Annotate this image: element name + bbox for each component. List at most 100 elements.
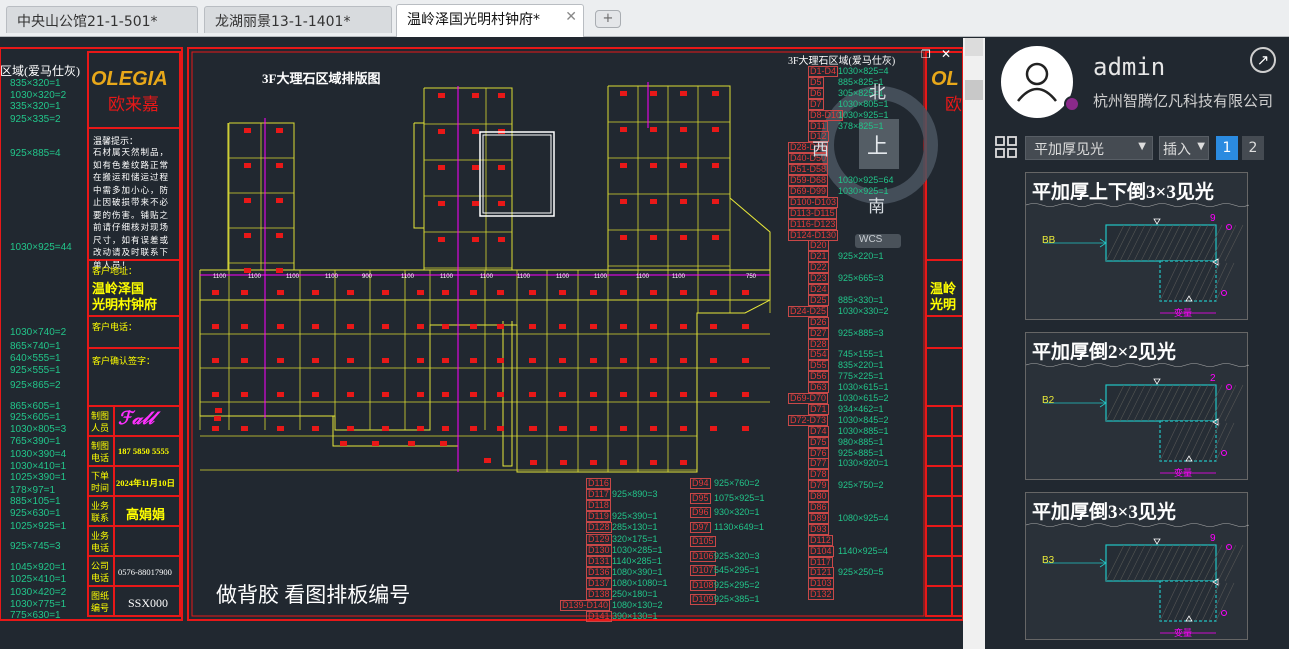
mid-list-code: D109 bbox=[690, 594, 716, 605]
right-list-value: 378×825=1 bbox=[838, 120, 884, 131]
right-list-value: 835×220=1 bbox=[838, 360, 884, 371]
right-list-code: D25 bbox=[808, 294, 829, 306]
mid-list-code: D94 bbox=[690, 478, 711, 489]
column-dimension: 900 bbox=[362, 274, 373, 280]
profile-diagram bbox=[1026, 203, 1249, 314]
left-list-item: 1025×410=1 bbox=[10, 574, 67, 585]
view-cube-top[interactable]: 上 bbox=[867, 130, 888, 160]
profile-card[interactable]: 平加厚上下倒3×3见光 BB 9 变量 bbox=[1025, 172, 1249, 320]
profile-diagram bbox=[1026, 363, 1249, 474]
left-list-item: 885×105=1 bbox=[10, 496, 61, 507]
category-select[interactable]: 平加厚见光 ▼ bbox=[1025, 136, 1153, 160]
avatar[interactable] bbox=[1001, 46, 1073, 118]
right-list-code: D63 bbox=[808, 382, 829, 394]
right-list-value: 1030×925=1 bbox=[838, 109, 889, 120]
compass-south: 南 bbox=[868, 197, 885, 216]
mid-list-code: D118 bbox=[586, 500, 611, 512]
column-dimension: 1100 bbox=[480, 274, 493, 280]
right-list-code: D1-D4 bbox=[808, 66, 839, 77]
left-list-item: 1030×410=1 bbox=[10, 461, 67, 472]
insert-select[interactable]: 插入 ▼ bbox=[1159, 136, 1209, 160]
card-dimension: 9 bbox=[1210, 213, 1216, 224]
right-list-value: 925×885=1 bbox=[838, 447, 884, 458]
company-tel-label: 公司 电话 bbox=[91, 561, 110, 583]
tab-wenling[interactable]: 温岭泽国光明村钟府* ✕ bbox=[396, 4, 584, 37]
address-value-2: 光明村钟府 bbox=[92, 297, 158, 312]
left-sheet-title: 区域(爱马仕灰) bbox=[0, 64, 80, 78]
mid-list-value: 250×180=1 bbox=[612, 589, 658, 599]
mid-list-code: D128 bbox=[586, 522, 612, 534]
right-list-code: D7 bbox=[808, 98, 824, 110]
wcs-button[interactable]: WCS bbox=[859, 234, 882, 245]
page-2-button[interactable]: 2 bbox=[1242, 136, 1264, 160]
mid-list-code: D139-D140 bbox=[560, 600, 611, 612]
biz-label: 业务 联系 bbox=[91, 501, 110, 523]
right-list-code: D54 bbox=[808, 349, 829, 361]
drawing-canvas[interactable]: 区域(爱马仕灰) 835×320=1 1030×320=2 335×320=1 925… bbox=[0, 38, 963, 649]
card-dimension: 9 bbox=[1210, 533, 1216, 544]
right-list-code: D23 bbox=[808, 273, 829, 285]
tab-zhongyangshan[interactable]: 中央山公馆21-1-501* bbox=[6, 6, 198, 33]
mid-list-value: 545×295=1 bbox=[714, 565, 760, 575]
viewport-close-icon[interactable]: ✕ bbox=[941, 47, 951, 61]
right-list-code: D104 bbox=[808, 545, 834, 557]
brand-logo: OLEGIA bbox=[91, 68, 168, 90]
page-1-button[interactable]: 1 bbox=[1216, 136, 1238, 160]
profile-card[interactable]: 平加厚倒2×2见光 B2 2 变量 bbox=[1025, 332, 1249, 480]
close-icon[interactable]: ✕ bbox=[565, 9, 577, 25]
right-list-value: 1030×885=1 bbox=[838, 425, 889, 436]
right-list-code: D124-D130 bbox=[788, 229, 839, 241]
right-list-code: D59-D68 bbox=[788, 175, 829, 186]
card-tag: B3 bbox=[1042, 555, 1055, 566]
mid-list-code: D136 bbox=[586, 566, 612, 578]
chevron-down-icon: ▼ bbox=[1138, 141, 1146, 152]
address-label: 客户地址： bbox=[92, 266, 138, 276]
tab-longhu[interactable]: 龙湖丽景13-1-1401* bbox=[204, 6, 392, 33]
mid-list-value: 1080×130=2 bbox=[612, 600, 663, 611]
confirm-label: 客户确认签字： bbox=[92, 356, 156, 366]
vertical-scrollbar[interactable] bbox=[963, 38, 985, 649]
right-list-code: D22 bbox=[808, 262, 829, 274]
expand-arrow-icon[interactable]: ↗ bbox=[1250, 47, 1276, 73]
right-list-value: 1030×845=2 bbox=[838, 414, 889, 425]
left-list-item: 865×740=1 bbox=[10, 341, 61, 352]
right-list-code: D113-D115 bbox=[788, 207, 837, 219]
mid-list-code: D141 bbox=[586, 611, 612, 623]
right-list-code: D27 bbox=[808, 327, 829, 339]
grid-view-icon[interactable] bbox=[995, 136, 1017, 158]
mid-list-value: 285×130=1 bbox=[612, 522, 658, 533]
right-list-code: D116-D123 bbox=[788, 218, 838, 230]
chevron-down-icon: ▼ bbox=[1197, 141, 1205, 152]
brand-name-right: 欧 bbox=[945, 95, 962, 114]
viewport-restore-icon[interactable]: ❐ bbox=[921, 48, 931, 61]
scroll-up-arrow[interactable] bbox=[965, 38, 983, 56]
profile-card[interactable]: 平加厚倒3×3见光 B3 9 变量 bbox=[1025, 492, 1249, 640]
right-list-code: D89 bbox=[808, 512, 829, 524]
new-tab-icon[interactable]: + bbox=[595, 10, 621, 28]
right-list-code: D100-D103 bbox=[788, 196, 839, 208]
mid-list-value: 1130×649=1 bbox=[714, 521, 764, 532]
scrollbar-thumb[interactable] bbox=[965, 80, 983, 100]
left-list-item: 1025×390=1 bbox=[10, 472, 67, 483]
user-icon bbox=[1017, 62, 1057, 102]
mid-list-value: 925×385=1 bbox=[714, 594, 760, 604]
right-list-value: 980×885=1 bbox=[838, 436, 884, 447]
left-list-item: 335×320=1 bbox=[10, 101, 61, 112]
left-list-item: 1030×390=4 bbox=[10, 449, 67, 460]
left-list-item: 1025×925=1 bbox=[10, 521, 67, 532]
left-list-item: 1030×805=3 bbox=[10, 424, 67, 435]
profile-diagram bbox=[1026, 523, 1249, 634]
right-list-value: 1030×615=2 bbox=[838, 393, 889, 403]
username: admin bbox=[1093, 53, 1166, 81]
mid-list-code: D131 bbox=[586, 555, 612, 567]
right-list-code: D72-D73 bbox=[788, 414, 829, 426]
right-list-code: D55 bbox=[808, 360, 829, 372]
mid-list-code: D138 bbox=[586, 589, 612, 600]
right-list-value: 775×225=1 bbox=[838, 371, 884, 382]
right-list-code: D71 bbox=[808, 403, 829, 415]
maker-signature: ℱ𝒶𝓁𝓁 bbox=[118, 408, 154, 428]
tab-label: 中央山公馆21-1-501* bbox=[17, 14, 158, 30]
left-list-item: 178×97=1 bbox=[10, 485, 56, 496]
tab-label: 温岭泽国光明村钟府* bbox=[407, 12, 540, 28]
right-list-code: D93 bbox=[808, 523, 829, 535]
